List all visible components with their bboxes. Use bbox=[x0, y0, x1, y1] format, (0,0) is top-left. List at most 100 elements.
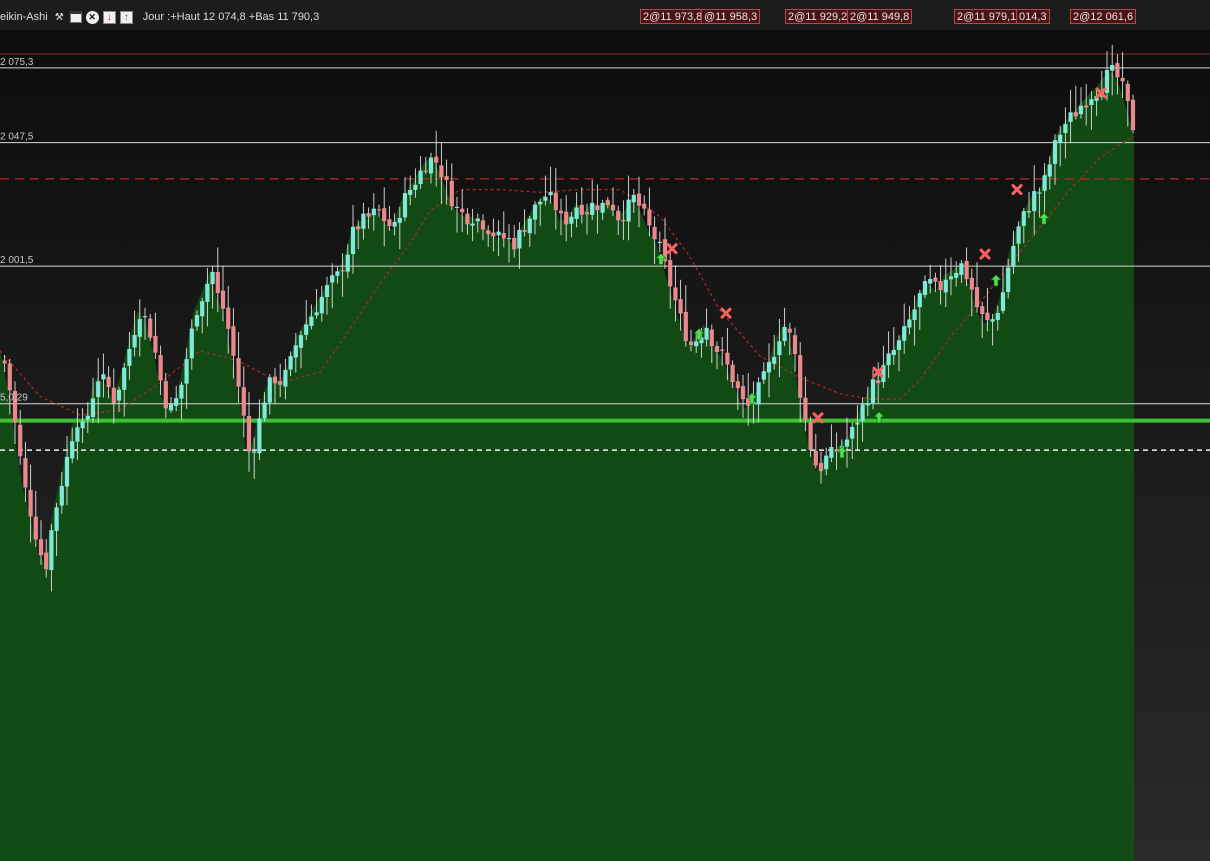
candle-body bbox=[538, 201, 543, 205]
candle-body bbox=[330, 275, 335, 283]
candle-body bbox=[876, 380, 881, 384]
candle-body bbox=[382, 208, 387, 222]
candle-body bbox=[870, 379, 876, 403]
candle-body bbox=[226, 307, 231, 329]
candle bbox=[1130, 94, 1136, 134]
order-tag-3[interactable]: 2@11 929,2 bbox=[785, 9, 851, 24]
candle-body bbox=[418, 170, 423, 184]
candle-body bbox=[116, 389, 122, 401]
candle-body bbox=[361, 213, 366, 229]
candle-body bbox=[142, 316, 148, 318]
candle-body bbox=[782, 326, 787, 342]
candle-body bbox=[985, 312, 990, 321]
candle-body bbox=[928, 279, 933, 284]
candle-body bbox=[470, 223, 475, 226]
candle-body bbox=[605, 200, 610, 206]
candle-body bbox=[959, 263, 964, 275]
order-tag-6[interactable]: 014,3 bbox=[1016, 9, 1050, 24]
candle-body bbox=[1000, 292, 1006, 311]
candle-body bbox=[215, 272, 220, 294]
candle-body bbox=[720, 349, 725, 351]
candle-body bbox=[54, 507, 59, 531]
candle-body bbox=[886, 353, 891, 366]
candle-body bbox=[278, 381, 283, 385]
candle-body bbox=[163, 381, 168, 409]
candle-body bbox=[475, 218, 480, 222]
candle-body bbox=[709, 329, 714, 347]
candle-body bbox=[564, 211, 569, 225]
candle-body bbox=[678, 299, 683, 314]
candle-body bbox=[1068, 112, 1073, 122]
order-tag-1[interactable]: 2@11 973,8 bbox=[640, 9, 706, 24]
candle-body bbox=[236, 358, 241, 387]
candle-body bbox=[324, 285, 330, 297]
candle-body bbox=[194, 315, 200, 327]
window-icon[interactable] bbox=[69, 11, 82, 23]
candle-body bbox=[132, 335, 137, 348]
candle-body bbox=[1110, 65, 1115, 71]
candle-body bbox=[636, 193, 642, 206]
candle-body bbox=[486, 230, 491, 235]
close-icon[interactable]: ✕ bbox=[85, 10, 99, 24]
high-low-info: Jour :+Haut 12 074,8 +Bas 11 790,3 bbox=[142, 11, 320, 23]
candle-body bbox=[766, 362, 772, 373]
candle-body bbox=[922, 281, 928, 295]
candle-body bbox=[850, 427, 855, 439]
candle-body bbox=[413, 184, 418, 190]
candle-body bbox=[33, 516, 38, 540]
candle-body bbox=[491, 232, 496, 237]
order-tag-4[interactable]: 2@11 949,8 bbox=[847, 9, 913, 24]
candle-body bbox=[792, 335, 798, 354]
candle-body bbox=[158, 355, 163, 381]
candle-body bbox=[948, 276, 954, 280]
candle-body bbox=[241, 387, 246, 416]
sell-arrow-icon[interactable]: ↓ bbox=[102, 10, 116, 24]
candle-body bbox=[855, 423, 860, 425]
candle-body bbox=[127, 348, 132, 366]
candle-body bbox=[480, 220, 486, 230]
price-chart[interactable]: 2 075,3 2 047,5 2 001,5 5,0,29 bbox=[0, 0, 1210, 861]
candle-body bbox=[1042, 175, 1047, 191]
candle-body bbox=[283, 369, 288, 387]
candle-body bbox=[912, 309, 917, 320]
candle-body bbox=[933, 277, 938, 282]
candle-body bbox=[231, 326, 236, 356]
candle-body bbox=[527, 218, 532, 234]
order-tag-7[interactable]: 2@12 061,6 bbox=[1070, 9, 1137, 24]
candle-body bbox=[1011, 246, 1016, 267]
candle-body bbox=[439, 165, 444, 178]
candle-body bbox=[777, 341, 782, 356]
level-label-3: 2 001,5 bbox=[0, 255, 34, 266]
candle-body bbox=[122, 367, 127, 390]
candle-body bbox=[340, 270, 345, 272]
candle-body bbox=[574, 207, 579, 219]
candle-body bbox=[1063, 124, 1068, 134]
candle-body bbox=[517, 229, 522, 249]
candle-body bbox=[252, 451, 257, 453]
candle-body bbox=[293, 345, 298, 358]
candle-body bbox=[434, 156, 439, 163]
wrench-icon[interactable]: ⚒ bbox=[53, 11, 66, 24]
candle-body bbox=[756, 382, 761, 405]
candle-body bbox=[101, 374, 106, 380]
candle-body bbox=[512, 238, 517, 250]
candle-body bbox=[2, 360, 7, 364]
candle-body bbox=[96, 381, 101, 398]
candle-body bbox=[787, 328, 792, 333]
candle-body bbox=[1073, 112, 1078, 117]
candle-body bbox=[75, 427, 80, 442]
candle-body bbox=[168, 403, 174, 411]
candle-body bbox=[803, 397, 808, 421]
candle-body bbox=[111, 387, 116, 404]
candle-body bbox=[600, 202, 605, 213]
candle-body bbox=[725, 352, 730, 365]
candle-body bbox=[652, 226, 657, 240]
candle-body bbox=[309, 316, 314, 326]
order-tag-2[interactable]: @11 958,3 bbox=[701, 9, 761, 24]
order-tag-5[interactable]: 2@11 979,1 bbox=[954, 9, 1020, 24]
candle-body bbox=[246, 416, 252, 452]
candle-body bbox=[673, 287, 678, 301]
candle-body bbox=[980, 306, 985, 314]
level-label-1: 2 075,3 bbox=[0, 57, 34, 68]
buy-arrow-icon[interactable]: ↑ bbox=[119, 10, 133, 24]
